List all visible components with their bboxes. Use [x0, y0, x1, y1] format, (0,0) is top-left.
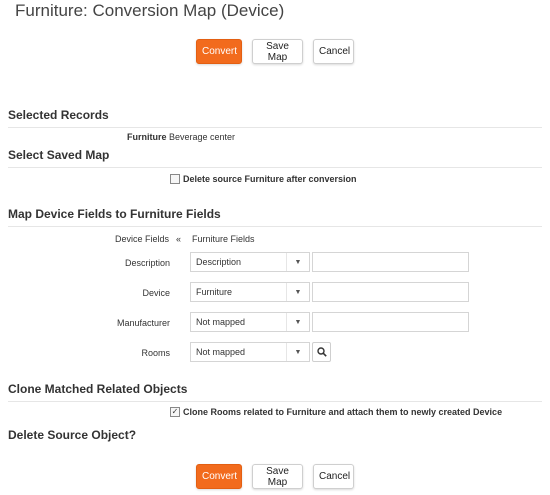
delete-source-option[interactable]: Delete source Furniture after conversion: [170, 174, 357, 184]
cancel-button-bottom[interactable]: Cancel: [313, 464, 354, 489]
section-delete-source: Delete Source Object?: [8, 428, 137, 442]
chevron-down-icon[interactable]: ▼: [286, 283, 309, 301]
selected-record-name: Beverage center: [169, 132, 236, 142]
delete-source-checkbox[interactable]: [170, 174, 180, 184]
furniture-fields-header: Furniture Fields: [192, 234, 255, 244]
section-selected-records: Selected Records: [8, 108, 542, 128]
section-map-fields: Map Device Fields to Furniture Fields: [8, 207, 542, 227]
field-text-description[interactable]: [312, 252, 469, 272]
chevron-down-icon[interactable]: ▼: [286, 253, 309, 271]
check-icon[interactable]: ✓: [170, 407, 180, 417]
field-select-value: Description: [196, 257, 242, 267]
page-title: Furniture: Conversion Map (Device): [15, 1, 285, 20]
section-select-saved-map: Select Saved Map: [8, 148, 542, 168]
field-select-value: Not mapped: [196, 347, 246, 357]
device-fields-header: Device Fields: [115, 234, 170, 244]
field-text-manufacturer[interactable]: [312, 312, 469, 332]
bottom-button-bar: Convert Save Map Cancel: [0, 464, 550, 489]
field-select-value: Furniture: [196, 287, 233, 297]
selected-record-module: Furniture: [127, 132, 167, 142]
top-button-bar: Convert Save Map Cancel: [0, 39, 550, 64]
field-label-manufacturer: Manufacturer: [116, 318, 170, 328]
save-map-button-bottom[interactable]: Save Map: [252, 464, 303, 489]
search-icon: [316, 347, 327, 357]
cancel-button[interactable]: Cancel: [313, 39, 354, 64]
convert-button[interactable]: Convert: [196, 39, 242, 64]
clone-rooms-option[interactable]: ✓ Clone Rooms related to Furniture and a…: [170, 407, 502, 417]
field-label-device: Device: [142, 288, 170, 298]
chevron-down-icon[interactable]: ▼: [286, 343, 309, 361]
save-map-button[interactable]: Save Map: [252, 39, 303, 64]
clone-rooms-label: Clone Rooms related to Furniture and att…: [183, 407, 503, 417]
selected-record: Furniture Beverage center: [127, 132, 235, 142]
chevron-down-icon[interactable]: ▼: [286, 313, 309, 331]
rooms-search-button[interactable]: [312, 342, 331, 362]
field-select-description[interactable]: Description ▼: [190, 252, 310, 272]
field-select-manufacturer[interactable]: Not mapped ▼: [190, 312, 310, 332]
field-text-device[interactable]: [312, 282, 469, 302]
field-select-value: Not mapped: [196, 317, 246, 327]
delete-source-label: Delete source Furniture after conversion: [183, 174, 357, 184]
map-arrow-icon: «: [176, 234, 182, 244]
field-select-device[interactable]: Furniture ▼: [190, 282, 310, 302]
field-label-description: Description: [124, 258, 170, 268]
section-clone-related: Clone Matched Related Objects: [8, 382, 542, 402]
field-label-rooms: Rooms: [141, 348, 170, 358]
convert-button-bottom[interactable]: Convert: [196, 464, 242, 489]
field-select-rooms[interactable]: Not mapped ▼: [190, 342, 310, 362]
